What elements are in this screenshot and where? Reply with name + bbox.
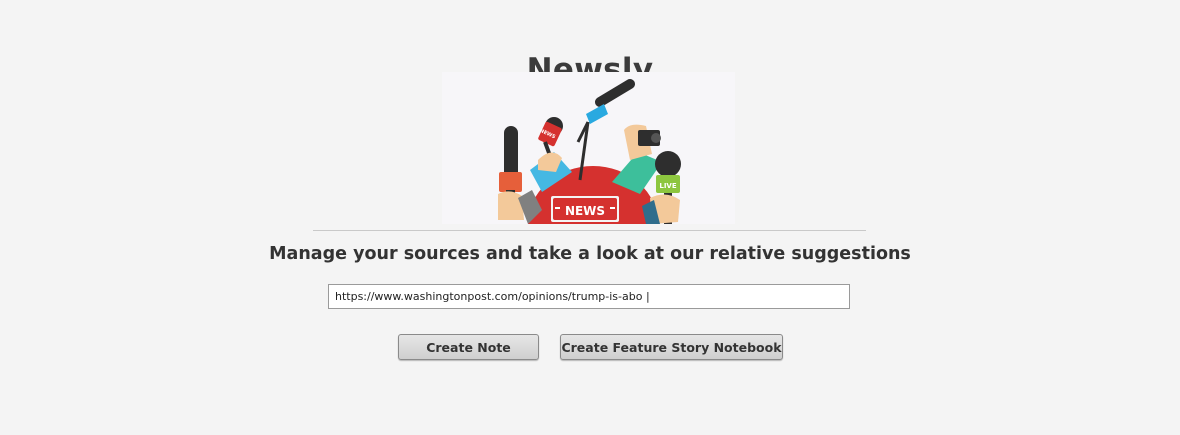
hero-illustration: NEWS NEWS LIVE (442, 72, 735, 224)
newsly-app: Newsly NEWS NEWS LIVE Manage your source… (0, 0, 1180, 435)
podium-label: NEWS (565, 204, 605, 218)
divider (313, 230, 866, 231)
tagline: Manage your sources and take a look at o… (269, 244, 911, 264)
boom-microphone (576, 79, 635, 181)
create-feature-story-notebook-button[interactable]: Create Feature Story Notebook (560, 334, 783, 360)
live-badge: LIVE (659, 182, 676, 190)
create-note-button[interactable]: Create Note (398, 334, 539, 360)
news-microphones-illustration: NEWS NEWS LIVE (498, 79, 681, 224)
source-url-input[interactable] (328, 284, 850, 309)
orange-microphone (498, 126, 524, 220)
camera (612, 124, 662, 194)
